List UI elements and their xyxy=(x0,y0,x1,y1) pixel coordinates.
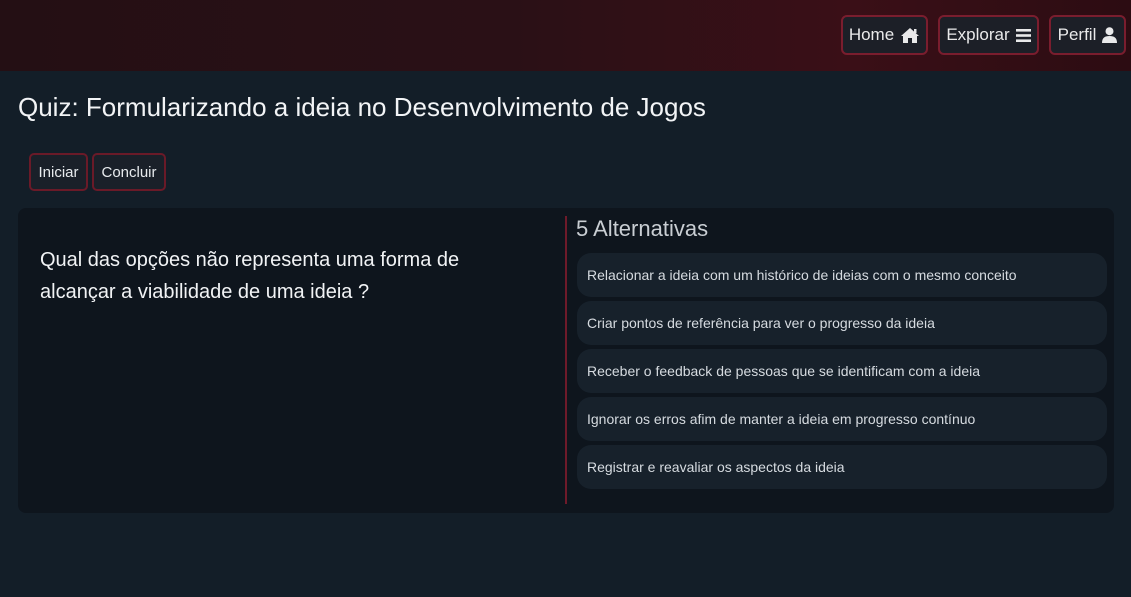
alternative-option[interactable]: Ignorar os erros afim de manter a ideia … xyxy=(577,397,1107,441)
alternative-option[interactable]: Relacionar a ideia com um histórico de i… xyxy=(577,253,1107,297)
quiz-card: Qual das opções não representa uma forma… xyxy=(18,208,1114,513)
question-text: Qual das opções não representa uma forma… xyxy=(40,249,460,303)
top-navbar: Home Explorar Perfil xyxy=(0,0,1131,71)
concluir-button[interactable]: Concluir xyxy=(92,153,166,191)
user-icon xyxy=(1102,27,1118,43)
home-button[interactable]: Home xyxy=(841,15,928,55)
perfil-label: Perfil xyxy=(1057,25,1097,44)
alternatives-title: 5 Alternativas xyxy=(576,216,709,241)
perfil-button[interactable]: Perfil xyxy=(1049,15,1126,55)
page-title: Quiz: Formularizando a ideia no Desenvol… xyxy=(18,92,706,122)
explorar-label: Explorar xyxy=(946,25,1010,44)
alternative-option[interactable]: Criar pontos de referência para ver o pr… xyxy=(577,301,1107,345)
alternative-option[interactable]: Registrar e reavaliar os aspectos da ide… xyxy=(577,445,1107,489)
menu-icon xyxy=(1015,28,1031,42)
alternatives-list: Relacionar a ideia com um histórico de i… xyxy=(577,253,1107,493)
home-label: Home xyxy=(848,25,895,44)
alternative-option[interactable]: Receber o feedback de pessoas que se ide… xyxy=(577,349,1107,393)
iniciar-button[interactable]: Iniciar xyxy=(29,153,88,191)
home-icon xyxy=(900,27,920,44)
divider xyxy=(565,216,567,504)
explorar-button[interactable]: Explorar xyxy=(938,15,1039,55)
